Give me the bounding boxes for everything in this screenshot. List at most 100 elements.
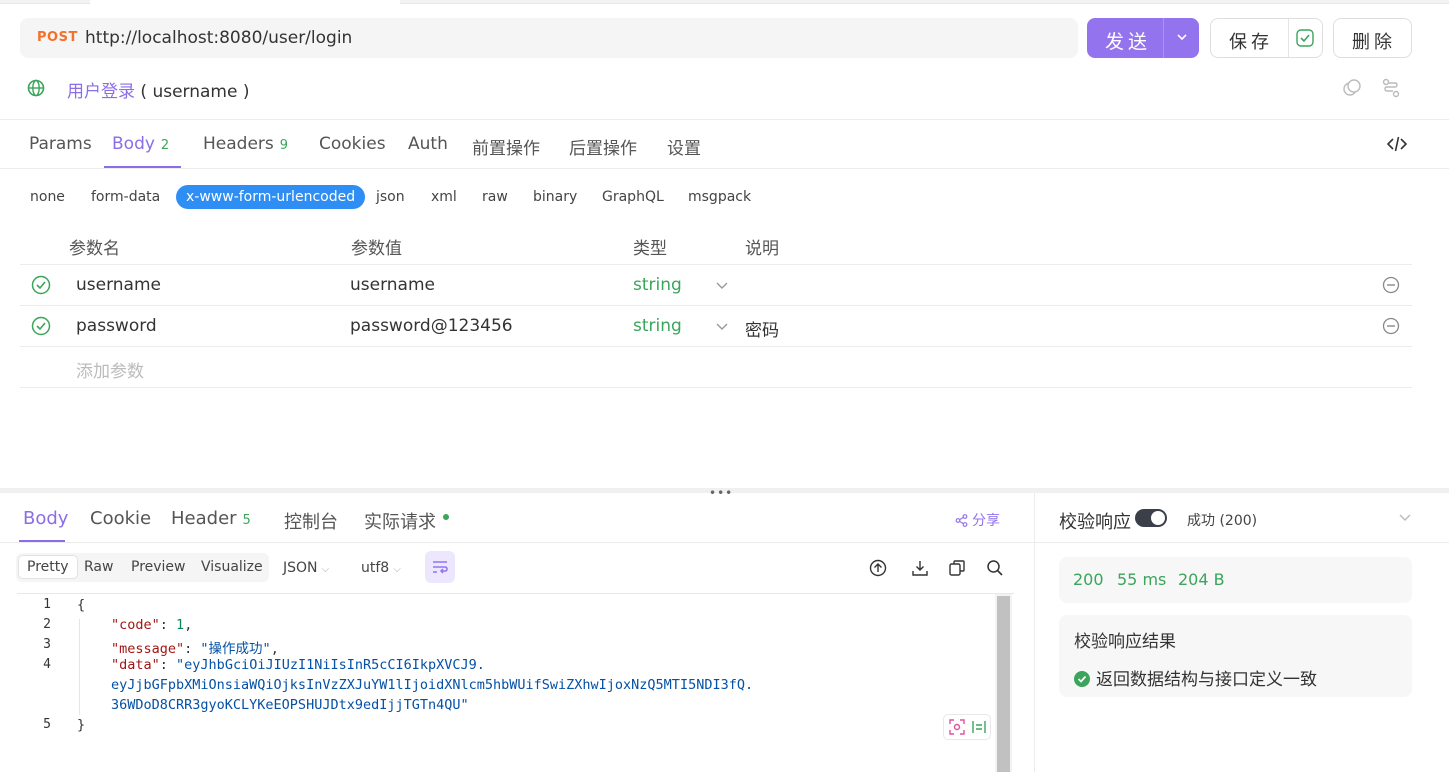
save-button[interactable]: 保存 — [1210, 18, 1323, 58]
scrollbar-thumb[interactable] — [997, 596, 1010, 772]
delete-label: 删除 — [1352, 32, 1396, 53]
share-icon — [955, 514, 968, 527]
col-header-desc: 说明 — [745, 239, 779, 259]
globe-icon — [27, 79, 45, 97]
body-type-binary[interactable]: binary — [533, 189, 577, 205]
view-pretty[interactable]: Pretty — [18, 555, 78, 579]
validation-result: 校验响应结果 返回数据结构与接口定义一致 — [1059, 615, 1412, 697]
tab-post-operations[interactable]: 后置操作 — [569, 134, 637, 159]
tab-headers-count: 9 — [279, 138, 289, 153]
check-icon[interactable] — [31, 275, 51, 295]
copy-icon[interactable] — [1342, 78, 1362, 98]
scan-icon[interactable] — [949, 719, 965, 735]
body-type-msgpack[interactable]: msgpack — [688, 189, 751, 205]
code-line: "message": "操作成功", — [111, 641, 279, 657]
top-tab-strip — [0, 0, 1449, 4]
tab-auth[interactable]: Auth — [408, 134, 448, 154]
param-name[interactable]: password — [76, 316, 157, 336]
param-desc[interactable]: 密码 — [745, 316, 779, 341]
view-preview[interactable]: Preview — [131, 559, 186, 575]
tab-body[interactable]: Body 2 — [112, 134, 169, 154]
code-line: eyJjbGFpbXMiOnsiaWQiOjksInVzZXJuYW1lIjoi… — [111, 677, 754, 693]
api-name-title: 用户登录 — [67, 82, 135, 102]
upload-icon[interactable] — [869, 559, 887, 577]
share-button[interactable]: 分享 — [955, 510, 1000, 530]
format-select[interactable]: JSON ⌵ — [283, 560, 329, 576]
validation-result-title: 校验响应结果 — [1074, 632, 1176, 652]
code-close-brace: } — [77, 717, 86, 733]
api-name[interactable]: 用户登录 ( username ) — [67, 77, 249, 102]
wrap-icon — [433, 561, 448, 574]
align-icon[interactable] — [971, 719, 987, 735]
validation-title: 校验响应 — [1059, 512, 1131, 533]
view-visualize[interactable]: Visualize — [201, 559, 263, 575]
drag-handle-icon[interactable]: ••• — [709, 486, 733, 500]
chevron-down-icon[interactable] — [716, 323, 728, 331]
col-header-name: 参数名 — [69, 239, 120, 259]
param-value[interactable]: username — [350, 275, 435, 295]
tab-params[interactable]: Params — [29, 134, 92, 154]
view-raw[interactable]: Raw — [84, 559, 113, 575]
tab-cookies[interactable]: Cookies — [319, 134, 386, 154]
body-type-form-data[interactable]: form-data — [91, 189, 160, 205]
res-tab-actual-request[interactable]: 实际请求 — [364, 508, 436, 534]
send-button[interactable]: 发送 — [1087, 18, 1199, 58]
api-name-suffix: ( username ) — [140, 82, 250, 102]
tab-settings[interactable]: 设置 — [667, 134, 701, 159]
tab-pre-operations[interactable]: 前置操作 — [472, 134, 540, 159]
param-type[interactable]: string — [633, 316, 682, 336]
res-tab-console[interactable]: 控制台 — [284, 508, 338, 534]
param-value[interactable]: password@123456 — [350, 316, 513, 336]
response-code-viewer[interactable]: 1 2 3 4 5 { "code": 1, "message": "操作成功"… — [17, 593, 1014, 772]
delete-button[interactable]: 删除 — [1333, 18, 1412, 58]
save-label: 保存 — [1229, 32, 1273, 53]
remove-circle-icon[interactable] — [1382, 276, 1400, 294]
send-label: 发送 — [1105, 31, 1152, 53]
encoding-select[interactable]: utf8 ⌵ — [361, 560, 401, 576]
response-size: 204 B — [1178, 570, 1225, 589]
url-bar[interactable]: POST http://localhost:8080/user/login — [20, 18, 1078, 58]
param-type[interactable]: string — [633, 275, 682, 295]
flow-icon[interactable] — [1381, 78, 1401, 98]
chevron-down-icon[interactable] — [1175, 30, 1189, 44]
view-mode-group: Pretty Raw Preview Visualize — [16, 553, 269, 582]
body-type-none[interactable]: none — [30, 189, 65, 205]
col-header-type: 类型 — [633, 239, 667, 259]
code-line: "code": 1, — [111, 617, 193, 633]
check-circle-icon — [1074, 671, 1090, 687]
status-code: 200 — [1073, 570, 1104, 589]
wrap-toggle-button[interactable] — [425, 551, 455, 583]
code-icon[interactable] — [1386, 135, 1408, 153]
res-tab-header[interactable]: Header 5 — [171, 508, 251, 529]
status-dot — [443, 514, 449, 520]
param-name[interactable]: username — [76, 275, 161, 295]
res-tab-header-count: 5 — [242, 513, 251, 528]
body-type-xml[interactable]: xml — [431, 189, 457, 205]
body-type-json[interactable]: json — [376, 189, 405, 205]
chevron-down-icon[interactable] — [1398, 513, 1412, 523]
validation-result-line: 返回数据结构与接口定义一致 — [1074, 665, 1317, 690]
res-tab-cookie[interactable]: Cookie — [90, 508, 151, 529]
res-tab-body[interactable]: Body — [23, 508, 68, 529]
response-stats: 200 55 ms 204 B — [1059, 557, 1412, 603]
code-line: 36WDoD8CRR3gyoKCLYKeEOPSHUJDtx9edIjjTGTn… — [111, 697, 469, 713]
remove-circle-icon[interactable] — [1382, 317, 1400, 335]
tab-body-count: 2 — [160, 138, 170, 153]
copy-icon[interactable] — [948, 559, 966, 577]
search-icon[interactable] — [986, 559, 1004, 577]
check-icon[interactable] — [31, 316, 51, 336]
code-open-brace: { — [77, 597, 86, 613]
col-header-value: 参数值 — [351, 239, 402, 259]
url-input[interactable]: http://localhost:8080/user/login — [85, 28, 352, 48]
add-param-input[interactable]: 添加参数 — [76, 357, 144, 382]
http-method[interactable]: POST — [37, 30, 78, 45]
body-type-raw[interactable]: raw — [482, 189, 508, 205]
validation-status[interactable]: 成功 (200) — [1187, 510, 1257, 530]
download-icon[interactable] — [911, 559, 929, 577]
validation-toggle[interactable] — [1135, 509, 1167, 527]
tab-headers[interactable]: Headers 9 — [203, 134, 288, 154]
chevron-down-icon[interactable] — [716, 282, 728, 290]
body-type-urlencoded[interactable]: x-www-form-urlencoded — [176, 185, 366, 209]
body-type-graphql[interactable]: GraphQL — [602, 189, 664, 205]
check-circle-icon[interactable] — [1296, 29, 1314, 47]
